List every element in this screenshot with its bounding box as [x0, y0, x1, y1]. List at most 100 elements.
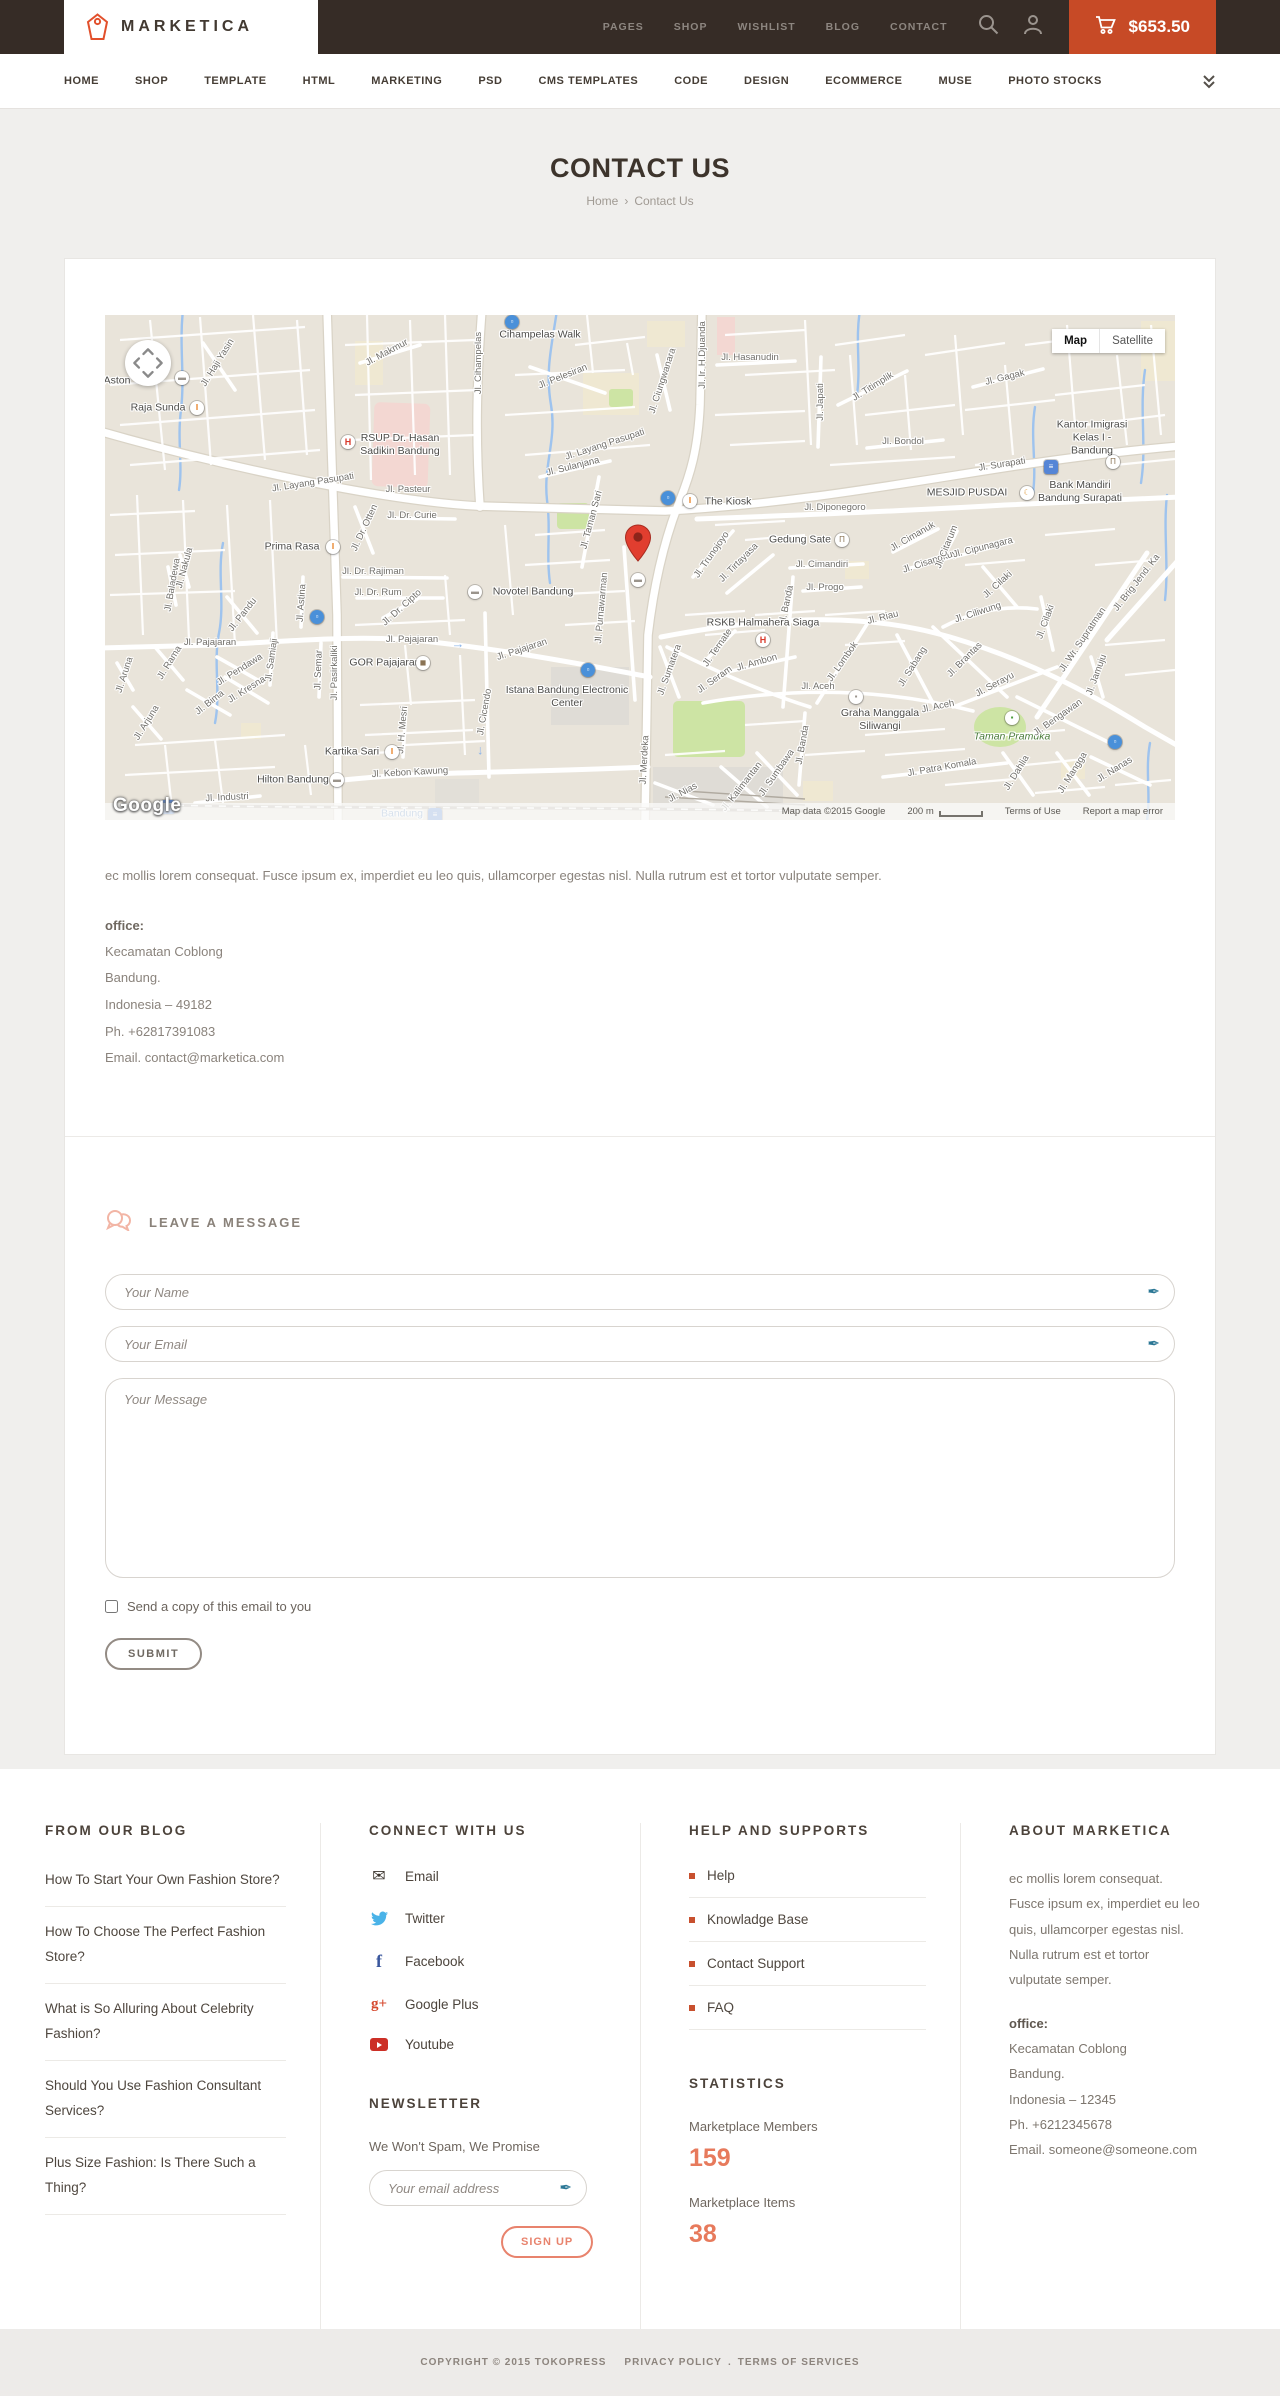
category-nav-item[interactable]: MARKETING	[371, 75, 442, 87]
map-label: Jl. Pajajaran	[385, 634, 439, 646]
map-label: Jl. Dr. Rum	[354, 587, 402, 599]
social-link-facebook[interactable]: f Facebook	[369, 1951, 606, 1972]
about-address-line: Ph. +6212345678	[1009, 2117, 1113, 2133]
report-map-error-link[interactable]: Report a map error	[1083, 806, 1163, 817]
office-address-line: Email. contact@marketica.com	[105, 1050, 285, 1066]
google-map[interactable]: Cihampelas Walk Aston Raja Sunda Jl. Haji Y…	[105, 315, 1175, 820]
submit-button[interactable]: SUBMIT	[105, 1638, 203, 1670]
map-poi-icon: ▪	[1005, 711, 1019, 725]
help-link[interactable]: Knowladge Base	[689, 1898, 926, 1942]
category-nav-item[interactable]: MUSE	[938, 75, 972, 87]
category-nav-item[interactable]: CMS TEMPLATES	[538, 75, 638, 87]
bullet-icon	[689, 1872, 695, 1879]
copyright-text: COPYRIGHT © 2015 TOKOPRESS	[420, 2357, 607, 2368]
blog-post-link[interactable]: Plus Size Fashion: Is There Such a Thing…	[45, 2138, 286, 2215]
category-nav-item[interactable]: PSD	[478, 75, 502, 87]
form-heading: LEAVE A MESSAGE	[149, 1215, 303, 1230]
map-scale: 200 m	[907, 806, 983, 817]
logo[interactable]: MARKETICA	[64, 0, 318, 54]
map-label: Jl. Dr. Rajiman	[342, 566, 404, 578]
category-nav-item[interactable]: HOME	[64, 75, 99, 87]
top-nav-item[interactable]: WISHLIST	[737, 21, 795, 33]
help-link-label: Knowladge Base	[707, 1912, 809, 1927]
top-nav-item[interactable]: BLOG	[826, 21, 860, 33]
map-poi-icon: H	[341, 435, 355, 449]
twitter-icon	[369, 1910, 389, 1927]
map-label: Graha Manggala Siliwangi	[840, 706, 920, 732]
breadcrumb: Home › Contact Us	[0, 194, 1280, 208]
cart-button[interactable]: $653.50	[1068, 0, 1216, 54]
map-poi-icon: ‖	[385, 745, 399, 759]
blog-post-link[interactable]: How To Start Your Own Fashion Store?	[45, 1866, 286, 1907]
send-copy-label: Send a copy of this email to you	[127, 1599, 312, 1614]
social-link-googleplus[interactable]: g+ Google Plus	[369, 1996, 606, 2013]
category-nav-item[interactable]: CODE	[674, 75, 708, 87]
map-poi-icon: ☾	[1020, 486, 1034, 500]
privacy-policy-link[interactable]: PRIVACY POLICY	[624, 2357, 722, 2368]
search-icon[interactable]	[978, 14, 999, 40]
blog-post-link[interactable]: What is So Alluring About Celebrity Fash…	[45, 1984, 286, 2061]
about-heading: ABOUT MARKETICA	[1009, 1823, 1172, 1838]
user-icon[interactable]	[1023, 14, 1043, 40]
chat-bubbles-icon	[105, 1209, 133, 1236]
office-address-line: Ph. +62817391083	[105, 1023, 216, 1039]
map-label: Jl. Progo	[806, 582, 844, 594]
map-data-credit: Map data ©2015 Google	[781, 806, 886, 817]
map-type-map-button[interactable]: Map	[1052, 329, 1101, 353]
terms-of-use-link[interactable]: Terms of Use	[1005, 806, 1061, 817]
more-categories-chevron-icon[interactable]	[1202, 74, 1216, 89]
social-link-twitter[interactable]: Twitter	[369, 1910, 606, 1927]
newsletter-heading: NEWSLETTER	[369, 2096, 482, 2111]
newsletter-tagline: We Won't Spam, We Promise	[369, 2139, 540, 2154]
top-nav-item[interactable]: CONTACT	[890, 21, 948, 33]
map-poi-icon: ▬	[468, 585, 482, 599]
help-link[interactable]: FAQ	[689, 1986, 926, 2030]
newsletter-email-input[interactable]	[369, 2170, 587, 2206]
email-input[interactable]	[105, 1326, 1175, 1362]
about-address-line: Kecamatan Coblong	[1009, 2041, 1127, 2057]
map-poi-icon: Π	[835, 533, 849, 547]
map-pan-control[interactable]	[125, 340, 171, 386]
top-header: MARKETICA PAGES SHOP WISHLIST BLOG CONTACT	[0, 0, 1280, 54]
map-poi-icon: ▫	[661, 491, 675, 505]
youtube-icon	[369, 2038, 389, 2051]
category-nav-item[interactable]: PHOTO STOCKS	[1008, 75, 1102, 87]
map-label: RSUP Dr. Hasan Sadikin Bandung	[360, 431, 440, 457]
social-label: Facebook	[405, 1954, 465, 1969]
map-type-control: Map Satellite	[1052, 329, 1165, 353]
map-label: Jl. Cimandiri	[795, 559, 849, 571]
page-head: CONTACT US Home › Contact Us	[0, 109, 1280, 258]
map-location-pin[interactable]	[624, 524, 652, 567]
map-poi-icon: →	[475, 744, 491, 758]
social-link-youtube[interactable]: Youtube	[369, 2037, 606, 2052]
logo-text: MARKETICA	[121, 18, 253, 35]
send-copy-row[interactable]: Send a copy of this email to you	[105, 1599, 1175, 1614]
category-nav-item[interactable]: HTML	[303, 75, 336, 87]
map-type-satellite-button[interactable]: Satellite	[1100, 329, 1165, 353]
contact-card: Cihampelas Walk Aston Raja Sunda Jl. Haji Y…	[64, 258, 1216, 1755]
send-copy-checkbox[interactable]	[105, 1600, 118, 1613]
cart-icon	[1095, 15, 1117, 40]
social-link-email[interactable]: ✉ Email	[369, 1866, 606, 1886]
map-poi-icon: →	[451, 635, 465, 651]
category-nav-item[interactable]: TEMPLATE	[204, 75, 266, 87]
blog-post-link[interactable]: How To Choose The Perfect Fashion Store?	[45, 1907, 286, 1984]
help-link-label: Help	[707, 1868, 735, 1883]
signup-button[interactable]: SIGN UP	[501, 2226, 594, 2258]
about-office-label: office:	[1009, 2015, 1048, 2031]
help-link[interactable]: Help	[689, 1866, 926, 1898]
top-nav-item[interactable]: PAGES	[603, 21, 644, 33]
name-input[interactable]	[105, 1274, 1175, 1310]
terms-of-services-link[interactable]: TERMS OF SERVICES	[738, 2357, 860, 2368]
map-poi-icon: ‖	[190, 401, 204, 415]
map-label: Kartika Sari	[324, 745, 380, 758]
category-nav-item[interactable]: ECOMMERCE	[825, 75, 902, 87]
help-link[interactable]: Contact Support	[689, 1942, 926, 1986]
top-nav-item[interactable]: SHOP	[674, 21, 708, 33]
category-nav-item[interactable]: SHOP	[135, 75, 168, 87]
message-textarea[interactable]	[105, 1378, 1175, 1578]
category-nav-item[interactable]: DESIGN	[744, 75, 789, 87]
blog-post-link[interactable]: Should You Use Fashion Consultant Servic…	[45, 2061, 286, 2138]
breadcrumb-home-link[interactable]: Home	[586, 194, 618, 208]
footer-blog-column: FROM OUR BLOG How To Start Your Own Fash…	[45, 1823, 320, 2329]
